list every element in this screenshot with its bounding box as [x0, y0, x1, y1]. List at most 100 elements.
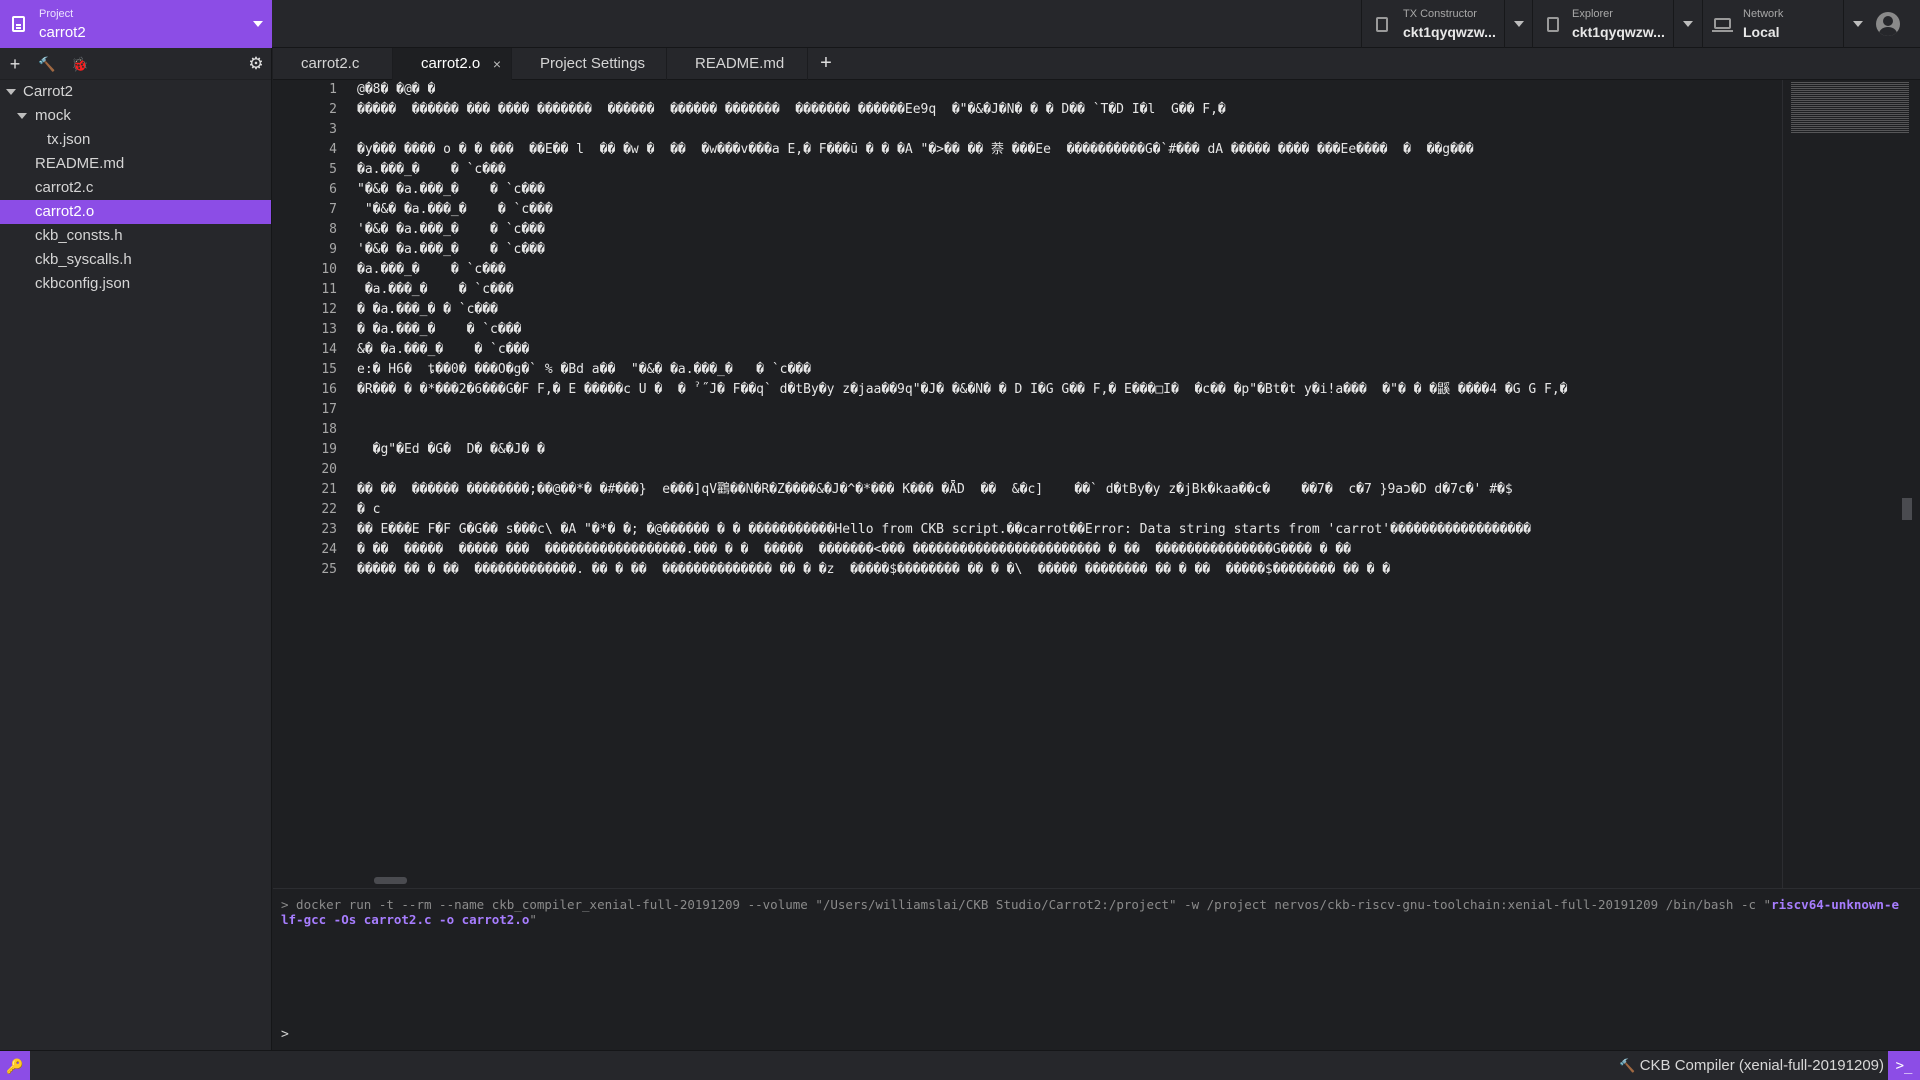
code-content[interactable]: @�8� �@� � ����� ������ ��� ���� ������� … — [357, 80, 1782, 580]
top-bar: Project carrot2 TX Constructor ckt1qyqwz… — [0, 0, 1920, 48]
tab-carrot2-o[interactable]: carrot2.o × — [393, 48, 512, 80]
debug-bug-icon[interactable]: 🐞 — [70, 54, 90, 74]
user-avatar-icon[interactable] — [1876, 12, 1900, 36]
line-number: 2 — [329, 102, 337, 117]
line-number: 11 — [321, 282, 337, 297]
tree-file-carrot2-o[interactable]: carrot2.o — [0, 200, 271, 224]
laptop-icon — [1712, 18, 1733, 32]
hammer-icon: 🔨 — [1619, 1058, 1636, 1073]
tree-file-readme[interactable]: README.md — [0, 152, 271, 176]
chevron-down-icon — [1514, 21, 1524, 27]
line-number: 24 — [321, 542, 337, 557]
network-caption: Network — [1743, 8, 1784, 20]
project-selector[interactable]: Project carrot2 — [0, 0, 272, 48]
network-dropdown[interactable] — [1843, 0, 1871, 48]
tree-file-ckb-consts[interactable]: ckb_consts.h — [0, 224, 271, 248]
code-line[interactable]: �a.���_� � `c��� — [357, 260, 1782, 280]
code-line[interactable]: @�8� �@� � — [357, 80, 1782, 100]
new-file-icon[interactable]: + — [5, 54, 25, 74]
tree-file-tx-json[interactable]: tx.json — [0, 128, 271, 152]
line-number: 20 — [321, 462, 337, 477]
tree-item-label: ckbconfig.json — [35, 275, 131, 292]
line-number: 19 — [321, 442, 337, 457]
explorer-value: ckt1qyqwzw... — [1572, 24, 1665, 40]
terminal-icon[interactable]: >_ — [1888, 1051, 1920, 1080]
horizontal-scrollbar-thumb[interactable] — [374, 877, 407, 884]
code-line[interactable]: � �� ����� ����� ��� ������������������.… — [357, 540, 1782, 560]
line-number: 22 — [321, 502, 337, 517]
code-line[interactable]: � �a.���_� � `c��� — [357, 300, 1782, 320]
line-number: 8 — [329, 222, 337, 237]
line-number: 5 — [329, 162, 337, 177]
line-number: 23 — [321, 522, 337, 537]
tree-item-label: ckb_consts.h — [35, 227, 123, 244]
code-line[interactable]: "�&� �a.���_� � `c��� — [357, 180, 1782, 200]
network-selector[interactable]: Network Local — [1702, 0, 1844, 48]
minimap[interactable] — [1782, 80, 1920, 888]
tab-label: Project Settings — [540, 55, 646, 72]
tab-label: carrot2.o — [421, 55, 481, 72]
terminal-output: > docker run -t --rm --name ckb_compiler… — [281, 897, 1901, 927]
close-icon[interactable]: × — [493, 48, 501, 80]
code-line[interactable]: �y��� ���� o � � ��� ��E�� l �� �w � �� … — [357, 140, 1782, 160]
settings-gear-icon[interactable]: ⚙ — [246, 54, 266, 74]
tree-folder-mock[interactable]: mock — [0, 104, 271, 128]
code-line[interactable]: e:� H6� ȶ��0� ���O�g�` % �Bd a�� "�&� �a… — [357, 360, 1782, 380]
code-line[interactable]: ����� �� � �� �������������. �� � �� ���… — [357, 560, 1782, 580]
editor-tab-bar: carrot2.c carrot2.o × Project Settings R… — [273, 48, 1920, 80]
compiler-status[interactable]: 🔨 CKB Compiler (xenial-full-20191209) — [1619, 1051, 1884, 1080]
code-line[interactable] — [357, 120, 1782, 140]
project-file-icon — [12, 16, 25, 32]
line-number: 12 — [321, 302, 337, 317]
tab-carrot2-c[interactable]: carrot2.c — [273, 48, 393, 80]
chevron-down-icon — [17, 113, 27, 119]
code-line[interactable]: � c — [357, 500, 1782, 520]
code-line[interactable]: '�&� �a.���_� � `c��� — [357, 240, 1782, 260]
key-icon[interactable]: 🔑 — [0, 1051, 30, 1080]
status-bar: 🔑 🔨 CKB Compiler (xenial-full-20191209) … — [0, 1050, 1920, 1080]
code-line[interactable] — [357, 460, 1782, 480]
line-number: 10 — [321, 262, 337, 277]
code-line[interactable]: �a.���_� � `c��� — [357, 280, 1782, 300]
code-line[interactable] — [357, 420, 1782, 440]
file-icon — [1547, 17, 1559, 32]
code-line[interactable]: �R��� � �*���2�6���G�F F,� E �����c U � … — [357, 380, 1782, 400]
tree-file-ckb-syscalls[interactable]: ckb_syscalls.h — [0, 248, 271, 272]
code-line[interactable]: � �a.���_� � `c��� — [357, 320, 1782, 340]
file-tree: Carrot2 mock tx.json README.md carrot2.c… — [0, 80, 271, 296]
tree-item-label: carrot2.o — [35, 203, 95, 220]
build-hammer-icon[interactable]: 🔨 — [37, 54, 57, 74]
explorer-dropdown[interactable] — [1673, 0, 1701, 48]
line-number: 13 — [321, 322, 337, 337]
line-number: 18 — [321, 422, 337, 437]
tree-folder-carrot2[interactable]: Carrot2 — [0, 80, 271, 104]
compiler-label: CKB Compiler (xenial-full-20191209) — [1639, 1057, 1884, 1074]
tab-readme[interactable]: README.md — [667, 48, 808, 80]
terminal-prompt[interactable]: > — [281, 1027, 289, 1042]
tx-constructor-dropdown[interactable] — [1504, 0, 1532, 48]
add-tab-icon[interactable]: + — [813, 48, 839, 80]
code-line[interactable]: '�&� �a.���_� � `c��� — [357, 220, 1782, 240]
terminal-panel[interactable]: > docker run -t --rm --name ckb_compiler… — [273, 888, 1920, 1050]
tree-file-carrot2-c[interactable]: carrot2.c — [0, 176, 271, 200]
code-line[interactable] — [357, 400, 1782, 420]
line-number: 9 — [329, 242, 337, 257]
code-line[interactable]: "�&� �a.���_� � `c��� — [357, 200, 1782, 220]
code-editor[interactable]: 1 2 3 4 5 6 7 8 9 10 11 12 13 14 15 16 17 18 19 20 21 22 23 24 2… — [273, 80, 1920, 888]
line-number-gutter: 1 2 3 4 5 6 7 8 9 10 11 12 13 14 15 16 17 18 19 20 21 22 23 24 2… — [273, 80, 357, 580]
code-line[interactable]: �a.���_� � `c��� — [357, 160, 1782, 180]
line-number: 17 — [321, 402, 337, 417]
tree-file-ckbconfig[interactable]: ckbconfig.json — [0, 272, 271, 296]
tx-constructor-value: ckt1qyqwzw... — [1403, 24, 1496, 40]
code-line[interactable]: �� E���E F�F G�G�� s���c\ �A "�*� �; �@�… — [357, 520, 1782, 540]
code-line[interactable]: �� �� ������ ��������;��@��*� �#���} e��… — [357, 480, 1782, 500]
code-line[interactable]: ����� ������ ��� ���� ������� ������ ���… — [357, 100, 1782, 120]
project-name: carrot2 — [39, 24, 86, 41]
tab-project-settings[interactable]: Project Settings — [512, 48, 667, 80]
line-number: 21 — [321, 482, 337, 497]
code-line[interactable]: &� �a.���_� � `c��� — [357, 340, 1782, 360]
minimap-preview — [1791, 82, 1909, 134]
code-line[interactable]: �g"�Ed �G� D� �&�J� � — [357, 440, 1782, 460]
line-number: 4 — [329, 142, 337, 157]
vertical-scrollbar-thumb[interactable] — [1902, 498, 1912, 520]
